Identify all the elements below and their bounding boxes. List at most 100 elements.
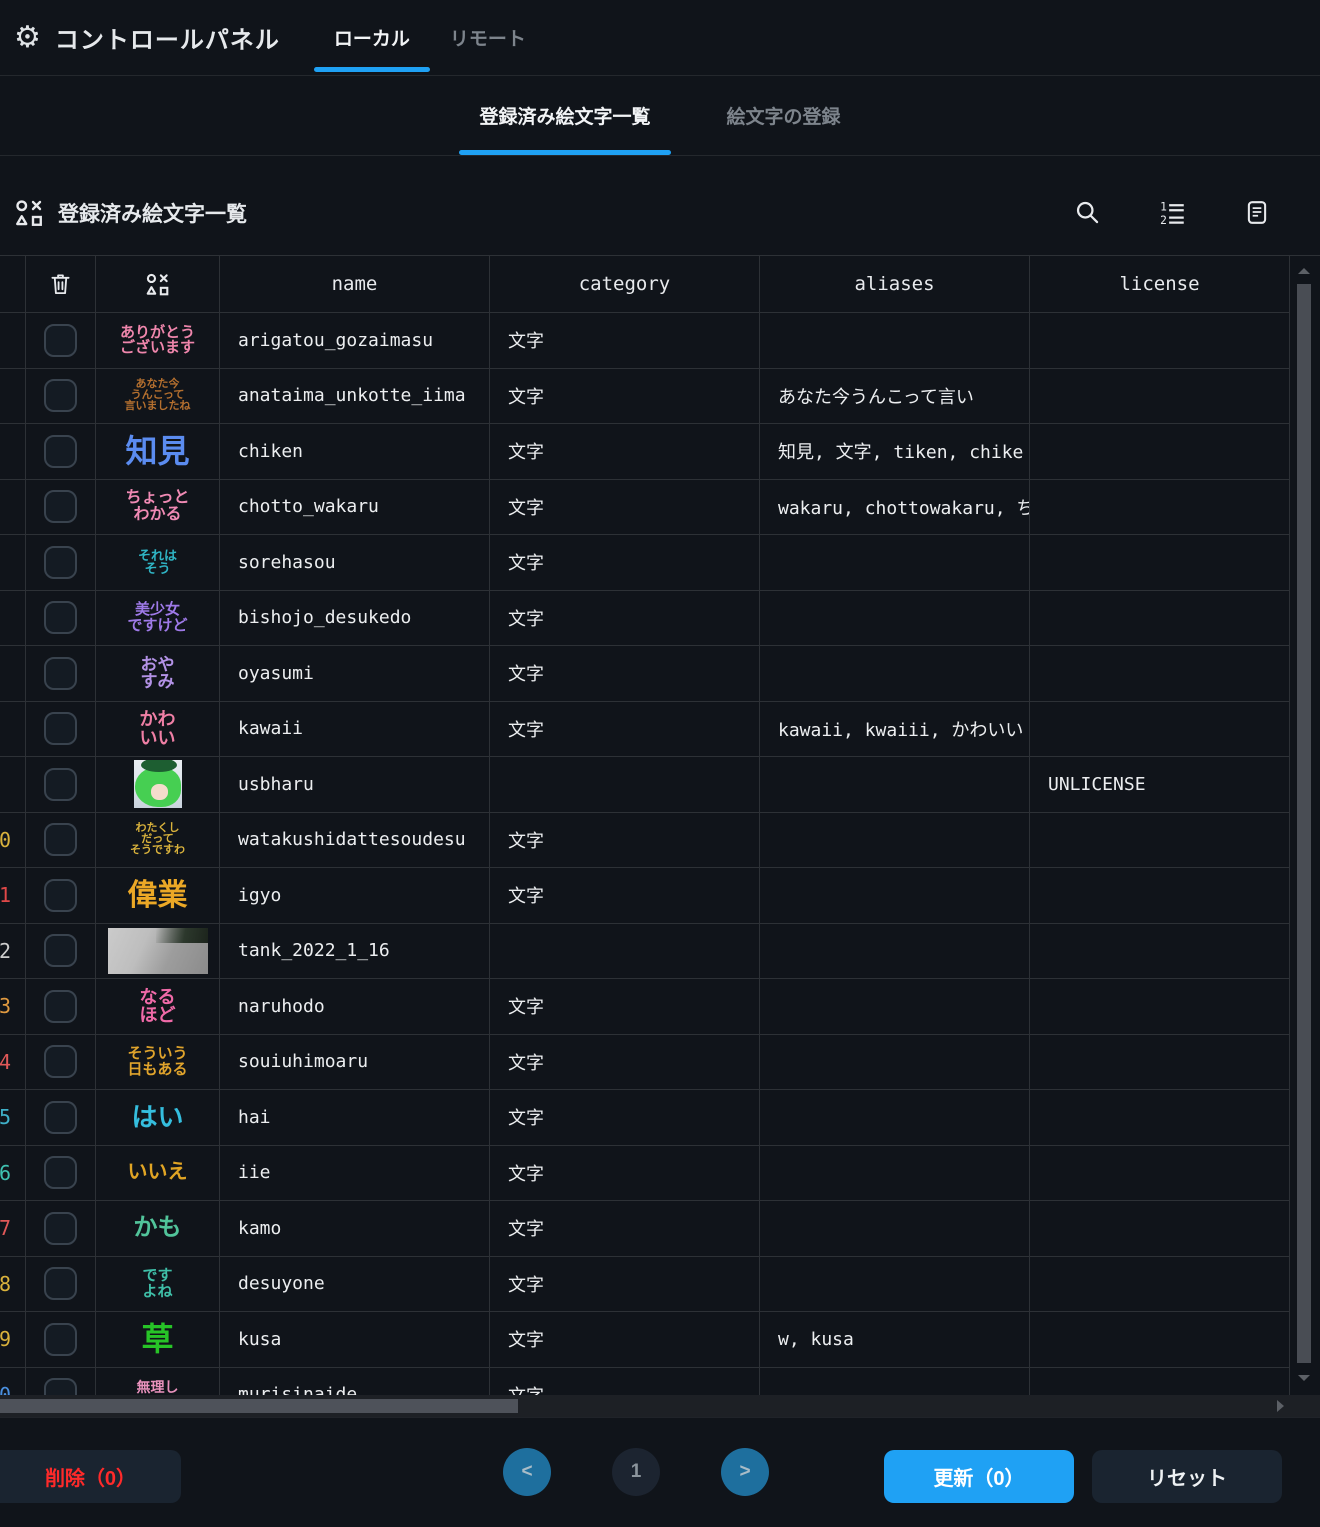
scroll-up-icon[interactable] xyxy=(1298,268,1310,274)
update-button[interactable]: 更新（0） xyxy=(884,1450,1074,1503)
logs-button[interactable] xyxy=(1242,197,1272,228)
emoji-preview: 無理しないで xyxy=(137,1380,179,1395)
row-checkbox[interactable] xyxy=(44,934,77,967)
gear-icon: ⚙ xyxy=(14,23,41,53)
emoji-name: oyasumi xyxy=(238,663,314,684)
emoji-preview: 偉業 xyxy=(128,880,188,911)
table-row: 6 美少女ですけど bishojo_desukedo 文字 xyxy=(0,591,1290,647)
chevron-right-icon: > xyxy=(739,1461,750,1483)
row-number: 17 xyxy=(0,1216,11,1240)
row-checkbox[interactable] xyxy=(44,1323,77,1356)
emoji-category: 文字 xyxy=(508,1215,544,1241)
row-checkbox[interactable] xyxy=(44,1101,77,1134)
table-row: 19 草 kusa 文字 w, kusa xyxy=(0,1312,1290,1368)
subtab-register-emoji[interactable]: 絵文字の登録 xyxy=(707,76,861,155)
emoji-shapes-icon xyxy=(14,198,44,228)
sort-button[interactable]: 1 2 xyxy=(1157,197,1188,228)
row-number: 12 xyxy=(0,939,11,963)
row-checkbox[interactable] xyxy=(44,823,77,856)
horizontal-scrollbar[interactable] xyxy=(0,1395,1320,1417)
emoji-name: naruhodo xyxy=(238,996,325,1017)
emoji-name: hai xyxy=(238,1107,271,1128)
row-checkbox[interactable] xyxy=(44,546,77,579)
row-checkbox[interactable] xyxy=(44,435,77,468)
table-row: 20 無理しないで murisinaide 文字 xyxy=(0,1368,1290,1396)
scroll-right-icon[interactable] xyxy=(1277,1400,1284,1412)
row-checkbox[interactable] xyxy=(44,601,77,634)
emoji-category: 文字 xyxy=(508,549,544,575)
row-checkbox[interactable] xyxy=(44,990,77,1023)
emoji-aliases: 知見, 文字, tiken, chike xyxy=(778,438,1023,464)
section-toolbar: 1 2 xyxy=(1072,197,1272,228)
tab-remote[interactable]: リモート xyxy=(430,0,546,75)
numbered-list-icon: 1 2 xyxy=(1159,199,1186,226)
delete-button[interactable]: 削除（0） xyxy=(0,1450,181,1503)
emoji-preview: はい xyxy=(131,1104,183,1131)
table-row: 13 なるほど naruhodo 文字 xyxy=(0,979,1290,1035)
vertical-scrollbar[interactable] xyxy=(1296,262,1312,1387)
row-checkbox[interactable] xyxy=(44,1267,77,1300)
row-checkbox[interactable] xyxy=(44,379,77,412)
search-button[interactable] xyxy=(1072,197,1103,228)
row-checkbox[interactable] xyxy=(44,879,77,912)
row-checkbox[interactable] xyxy=(44,712,77,745)
tab-local[interactable]: ローカル xyxy=(314,0,430,75)
subtab-registered-emoji-list[interactable]: 登録済み絵文字一覧 xyxy=(459,76,670,155)
table-row: 16 いいえ iie 文字 xyxy=(0,1146,1290,1202)
emoji-preview xyxy=(108,928,208,974)
emoji-preview: ですよね xyxy=(142,1268,172,1299)
vertical-scrollbar-thumb[interactable] xyxy=(1297,284,1311,1363)
emoji-shapes-icon xyxy=(145,272,170,297)
subtab-register-label: 絵文字の登録 xyxy=(727,102,841,129)
reset-button[interactable]: リセット xyxy=(1092,1450,1282,1503)
table-row: 4 ちょっとわかる chotto_wakaru 文字 wakaru, chott… xyxy=(0,480,1290,536)
emoji-category: 文字 xyxy=(508,827,544,853)
trash-icon xyxy=(49,272,72,297)
emoji-category: 文字 xyxy=(508,1160,544,1186)
emoji-category: 文字 xyxy=(508,494,544,520)
emoji-name: tank_2022_1_16 xyxy=(238,940,390,961)
chevron-left-icon: < xyxy=(521,1461,532,1483)
prev-page-button[interactable]: < xyxy=(503,1448,551,1496)
section-title: 登録済み絵文字一覧 xyxy=(58,198,247,228)
emoji-preview: ちょっとわかる xyxy=(125,490,189,523)
row-number: 19 xyxy=(0,1327,11,1351)
emoji-preview: それはそう xyxy=(138,549,177,576)
scroll-down-icon[interactable] xyxy=(1298,1375,1310,1381)
emoji-preview: 美少女ですけど xyxy=(127,602,187,633)
emoji-preview xyxy=(134,760,182,808)
header-tabs: ローカル リモート xyxy=(314,0,546,75)
svg-text:1: 1 xyxy=(1160,200,1167,213)
search-icon xyxy=(1074,199,1101,226)
table-row: 17 かも kamo 文字 xyxy=(0,1201,1290,1257)
emoji-category: 文字 xyxy=(508,882,544,908)
row-checkbox[interactable] xyxy=(44,1156,77,1189)
row-checkbox[interactable] xyxy=(44,324,77,357)
row-number: 16 xyxy=(0,1161,11,1185)
row-checkbox[interactable] xyxy=(44,490,77,523)
emoji-name: chotto_wakaru xyxy=(238,496,379,517)
emoji-category: 文字 xyxy=(508,605,544,631)
horizontal-scrollbar-thumb[interactable] xyxy=(0,1399,518,1413)
emoji-category: 文字 xyxy=(508,1326,544,1352)
emoji-name: kawaii xyxy=(238,718,303,739)
emoji-aliases: あなた今うんこって言い xyxy=(778,383,974,409)
row-checkbox[interactable] xyxy=(44,1378,77,1395)
table-row: 5 それはそう sorehasou 文字 xyxy=(0,535,1290,591)
next-page-button[interactable]: > xyxy=(721,1448,769,1496)
emoji-category: 文字 xyxy=(508,383,544,409)
row-checkbox[interactable] xyxy=(44,768,77,801)
emoji-preview: そういう日もある xyxy=(127,1046,187,1077)
emoji-preview: 知見 xyxy=(125,435,189,468)
row-checkbox[interactable] xyxy=(44,1045,77,1078)
row-checkbox[interactable] xyxy=(44,1212,77,1245)
row-number: 20 xyxy=(0,1383,11,1395)
row-checkbox[interactable] xyxy=(44,657,77,690)
emoji-name: sorehasou xyxy=(238,552,336,573)
row-number: 14 xyxy=(0,1050,11,1074)
emoji-category: 文字 xyxy=(508,993,544,1019)
emoji-name: souiuhimoaru xyxy=(238,1051,368,1072)
document-list-icon xyxy=(1244,199,1270,226)
emoji-name: kamo xyxy=(238,1218,281,1239)
current-page-button[interactable]: 1 xyxy=(612,1448,660,1496)
